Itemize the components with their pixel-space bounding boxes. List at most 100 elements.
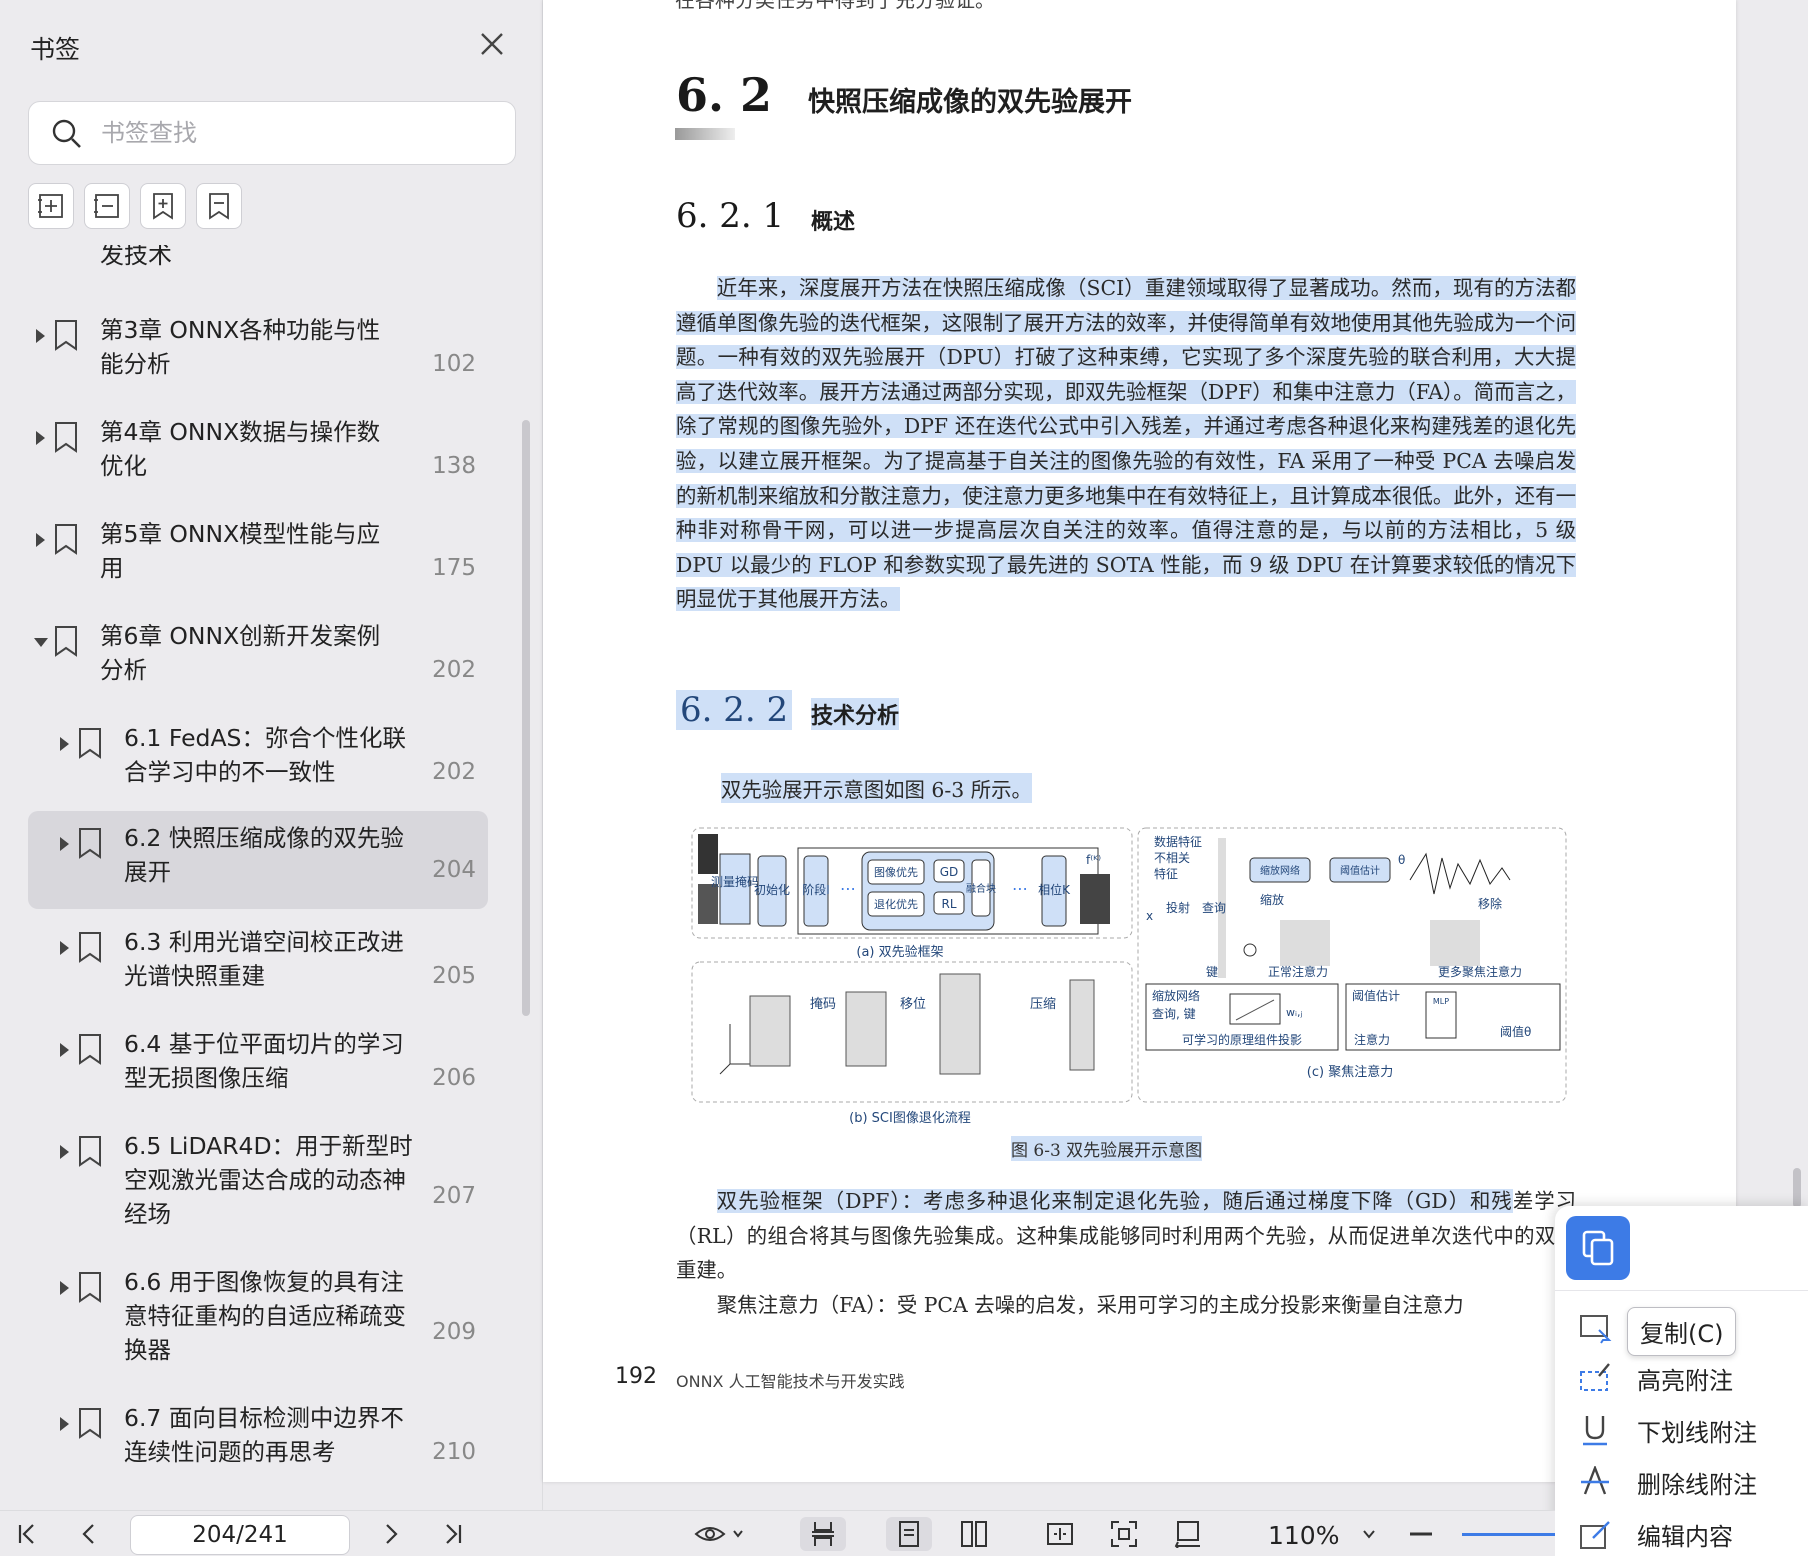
double-page-button[interactable] <box>957 1517 991 1551</box>
chevron-left-icon <box>82 1524 94 1544</box>
overview-paragraph[interactable]: 近年来，深度展开方法在快照压缩成像（SCI）重建领域取得了显著成功。然而，现有的… <box>676 271 1576 617</box>
selected-text-2[interactable]: 双先验框架（DPF）：考虑多种退化来制定退化先验，随后通过梯度下降（GD）和残 <box>716 1189 1513 1213</box>
chevron-right-icon[interactable] <box>36 533 45 547</box>
fig-label-scale-net: 缩放网络 <box>1260 864 1300 877</box>
bookmark-item-ch6[interactable]: 第6章 ONNX创新开发案例分析 202 <box>28 613 488 709</box>
zoom-dropdown-button[interactable] <box>1352 1517 1386 1551</box>
fit-page-button[interactable] <box>1107 1517 1141 1551</box>
bookmark-search-input[interactable] <box>101 112 501 154</box>
zoom-slider[interactable] <box>1462 1533 1555 1536</box>
chevron-right-icon[interactable] <box>60 1043 69 1057</box>
fig-label-x: x <box>1146 909 1153 923</box>
fig-label-b: (b) SCI图像退化流程 <box>849 1111 971 1124</box>
last-page-button[interactable] <box>436 1517 470 1551</box>
copy-button[interactable] <box>1566 1216 1630 1280</box>
chevron-right-icon[interactable] <box>36 329 45 343</box>
fig-label-shift: 移位 <box>900 997 926 1012</box>
bookmark-item-ch5[interactable]: 第5章 ONNX模型性能与应用 175 <box>28 511 488 607</box>
bookmark-item-6-4[interactable]: 6.4 基于位平面切片的学习型无损图像压缩 206 <box>28 1021 488 1117</box>
menu-item-underline[interactable]: 下划线附注 <box>1579 1408 1808 1452</box>
expand-all-icon <box>38 194 63 218</box>
bookmark-icon <box>55 320 77 351</box>
zoom-level[interactable]: 110% <box>1268 1521 1339 1550</box>
fig-label-normal-att: 正常注意力 <box>1268 964 1328 979</box>
chevron-right-icon[interactable] <box>36 431 45 445</box>
fig-label-init: 初始化 <box>754 883 790 897</box>
bookmark-label: 6.1 FedAS：弥合个性化联合学习中的不一致性 <box>124 724 406 786</box>
menu-item-edit[interactable]: 编辑内容 <box>1579 1512 1808 1556</box>
page-text-cut: 在各种分类任务中得到了充分验证。 <box>675 0 995 12</box>
fig-label-deg-prior: 退化优先 <box>874 897 918 911</box>
single-page-button[interactable] <box>886 1517 932 1551</box>
zoom-out-button[interactable] <box>1404 1517 1438 1551</box>
fig-label-w: wᵢ,ⱼ <box>1286 1006 1302 1019</box>
bookmark-item-6-2[interactable]: 6.2 快照压缩成像的双先验展开 204 <box>28 811 488 909</box>
prev-page-button[interactable] <box>72 1517 106 1551</box>
bookmark-icon <box>209 193 229 220</box>
chevron-right-icon[interactable] <box>60 1281 69 1295</box>
bookmark-item-6-6[interactable]: 6.6 用于图像恢复的具有注意特征重构的自适应稀疏变换器 209 <box>28 1259 488 1389</box>
double-page-icon <box>961 1521 987 1547</box>
fig-label-more-att: 更多聚焦注意力 <box>1438 964 1522 979</box>
menu-item-highlight[interactable]: 高亮附注 <box>1579 1356 1808 1400</box>
fit-width-button[interactable] <box>1043 1517 1077 1551</box>
collapse-all-icon <box>94 194 119 218</box>
bookmark-page: 210 <box>432 1439 476 1465</box>
chevron-right-icon[interactable] <box>60 941 69 955</box>
bookmark-item-6-7[interactable]: 6.7 面向目标检测中边界不连续性问题的再思考 210 <box>28 1395 488 1491</box>
expand-all-button[interactable] <box>28 183 74 229</box>
add-bookmark-button[interactable] <box>140 183 186 229</box>
close-icon[interactable] <box>478 30 506 58</box>
selected-text[interactable]: 近年来，深度展开方法在快照压缩成像（SCI）重建领域取得了显著成功。然而，现有的… <box>676 276 1576 612</box>
chevron-right-icon[interactable] <box>60 837 69 851</box>
menu-item-strikethrough[interactable]: 删除线附注 <box>1579 1460 1808 1504</box>
fig-label-proj: 投射 <box>1166 900 1190 915</box>
continuous-scroll-icon <box>812 1522 834 1546</box>
chevron-right-icon[interactable] <box>60 737 69 751</box>
first-page-button[interactable] <box>10 1517 44 1551</box>
sidebar-scrollbar[interactable] <box>522 420 530 1016</box>
bookmark-icon <box>79 728 101 759</box>
bookmark-label: 第3章 ONNX各种功能与性能分析 <box>100 316 381 378</box>
figure-reference[interactable]: 双先验展开示意图如图 6-3 所示。 <box>721 773 1032 803</box>
page-number-input[interactable] <box>130 1515 350 1555</box>
bookmark-icon <box>79 1272 101 1303</box>
fig-label-a: (a) 双先验框架 <box>856 944 943 960</box>
bookmark-search-box[interactable] <box>28 101 516 165</box>
bookmark-item-6-5[interactable]: 6.5 LiDAR4D：用于新型时空观激光雷达合成的动态神经场 207 <box>28 1123 488 1253</box>
bookmark-tools <box>28 183 242 229</box>
bookmark-item-6-3[interactable]: 6.3 利用光谱空间校正改进光谱快照重建 205 <box>28 919 488 1015</box>
collapse-all-button[interactable] <box>84 183 130 229</box>
continuous-scroll-button[interactable] <box>800 1517 846 1551</box>
bookmark-page: 204 <box>432 857 476 883</box>
fig-label-gd: GD <box>940 865 959 879</box>
page-scrollbar[interactable] <box>1793 1168 1801 1208</box>
dpf-paragraph[interactable]: 双先验框架（DPF）：考虑多种退化来制定退化先验，随后通过梯度下降（GD）和残差… <box>676 1184 1576 1322</box>
bookmark-icon <box>55 524 77 555</box>
fig-label-query: 查询 <box>1202 901 1226 915</box>
bookmark-page: 206 <box>432 1065 476 1091</box>
fig-label-mask: 掩码 <box>810 997 836 1012</box>
next-page-button[interactable] <box>374 1517 408 1551</box>
chevron-down-icon[interactable] <box>34 638 48 647</box>
bookmark-item-6-1[interactable]: 6.1 FedAS：弥合个性化联合学习中的不一致性 202 <box>28 715 488 811</box>
subsection-title-2[interactable]: 技术分析 <box>811 698 900 730</box>
fig-label-fk: f⁽ᴷ⁾ <box>1086 853 1101 867</box>
bookmark-item-ch4[interactable]: 第4章 ONNX数据与操作数优化 138 <box>28 409 488 505</box>
bookmark-label: 第5章 ONNX模型性能与应用 <box>100 520 381 582</box>
chevron-right-icon[interactable] <box>60 1145 69 1159</box>
bookmark-button[interactable] <box>196 183 242 229</box>
bookmark-label: 6.4 基于位平面切片的学习型无损图像压缩 <box>124 1030 404 1092</box>
figure-caption[interactable]: 图 6-3 双先验展开示意图 <box>1011 1136 1203 1161</box>
menu-divider <box>1555 1290 1808 1291</box>
rotate-page-button[interactable] <box>1171 1517 1205 1551</box>
subsection-number-2[interactable]: 6. 2. 2 <box>676 690 793 730</box>
bookmark-icon <box>79 1034 101 1065</box>
bookmark-label: 第4章 ONNX数据与操作数优化 <box>100 418 381 480</box>
bookmark-list: 发技术 第3章 ONNX各种功能与性能分析 102 第4章 ONNX数据与操作数… <box>0 245 520 1510</box>
bottom-toolbar: 110% <box>0 1510 1555 1556</box>
bookmark-item-ch3[interactable]: 第3章 ONNX各种功能与性能分析 102 <box>28 307 488 403</box>
chevron-right-icon[interactable] <box>60 1417 69 1431</box>
view-mode-button[interactable] <box>690 1517 750 1551</box>
last-page-icon <box>446 1524 462 1544</box>
